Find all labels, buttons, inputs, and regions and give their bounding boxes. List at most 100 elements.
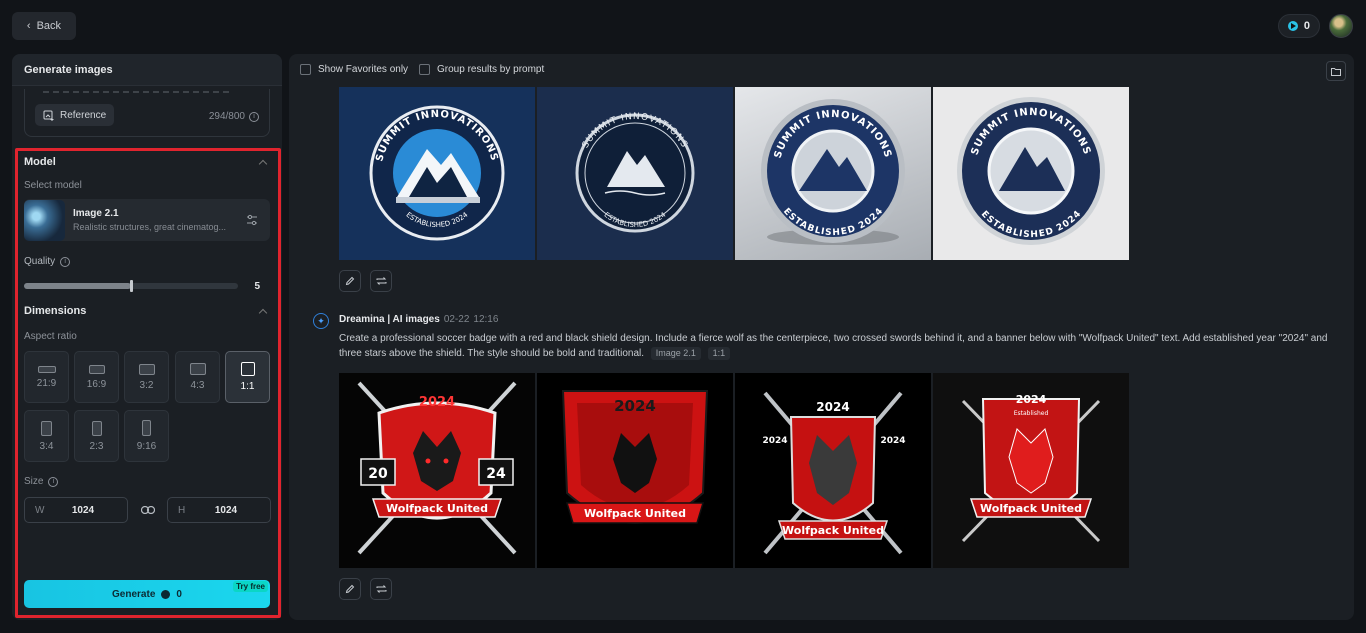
generated-image[interactable]: 2024 2024 2024 Wolfpack United xyxy=(735,373,931,568)
logo-text: 20 xyxy=(368,466,388,482)
prompt-content: Create a professional soccer badge with … xyxy=(339,333,1328,359)
info-icon[interactable]: i xyxy=(48,476,59,487)
size-label: Size xyxy=(24,476,44,487)
quality-slider-fill xyxy=(24,283,131,289)
regenerate-button[interactable] xyxy=(370,270,392,292)
pencil-icon xyxy=(345,276,355,286)
prompt-text[interactable]: Create a professional soccer badge with … xyxy=(339,331,1329,361)
quality-section: Quality i 5 xyxy=(24,256,270,293)
pencil-icon xyxy=(345,584,355,594)
batch-date: 02-22 xyxy=(443,314,470,325)
prompt-input[interactable]: Reference 294/800 i xyxy=(24,89,270,137)
height-input[interactable]: H 1024 xyxy=(167,497,271,523)
model-description: Realistic structures, great cinematog... xyxy=(73,222,227,232)
generated-image[interactable]: 2024 Established Wolfpack United xyxy=(933,373,1129,568)
ratio-21-9[interactable]: 21:9 xyxy=(24,351,69,403)
width-label: W xyxy=(35,504,45,516)
logo-text: 2024 xyxy=(614,397,656,415)
generated-image[interactable]: SUMMIT INNOVATIONS ESTABLISHED 2024 xyxy=(735,87,931,260)
model-title: Model xyxy=(24,156,56,168)
logo-text: 2024 xyxy=(1016,393,1047,406)
info-icon[interactable]: i xyxy=(249,111,259,122)
ratio-16-9[interactable]: 16:9 xyxy=(74,351,119,403)
reference-button[interactable]: Reference xyxy=(35,104,115,126)
width-input[interactable]: W 1024 xyxy=(24,497,128,523)
favorites-checkbox[interactable] xyxy=(300,64,311,75)
height-label: H xyxy=(178,504,186,516)
ratio-label: 3:2 xyxy=(139,379,154,391)
ratio-9-16[interactable]: 9:16 xyxy=(124,410,169,462)
quality-slider-thumb[interactable] xyxy=(130,280,133,292)
info-icon[interactable]: i xyxy=(60,256,71,267)
reference-label: Reference xyxy=(60,109,107,121)
quality-slider[interactable] xyxy=(24,280,238,292)
folder-button[interactable] xyxy=(1326,61,1346,81)
ratio-3-4[interactable]: 3:4 xyxy=(24,410,69,462)
model-selector[interactable]: Image 2.1 Realistic structures, great ci… xyxy=(24,199,270,241)
quality-label: Quality xyxy=(24,256,56,267)
quality-value: 5 xyxy=(254,281,260,292)
ratio-label: 9:16 xyxy=(136,441,157,452)
back-label: Back xyxy=(36,20,62,32)
generated-image[interactable]: SUMMIT INNOVATIONS ESTABLISHED 2024 xyxy=(537,87,733,260)
model-thumbnail xyxy=(24,199,65,241)
group-checkbox[interactable] xyxy=(419,64,430,75)
link-icon[interactable] xyxy=(141,506,155,514)
model-name: Image 2.1 xyxy=(73,208,119,219)
regenerate-button[interactable] xyxy=(370,578,392,600)
edit-button[interactable] xyxy=(339,270,361,292)
ratio-2-3[interactable]: 2:3 xyxy=(74,410,119,462)
generated-image[interactable]: 2024 Wolfpack United xyxy=(537,373,733,568)
ratio-4-3[interactable]: 4:3 xyxy=(175,351,220,403)
ratio-label: 3:4 xyxy=(39,440,54,452)
credit-icon xyxy=(161,589,171,599)
ratio-label: 21:9 xyxy=(36,377,57,389)
generated-image[interactable]: SUMMIT INNOVATIRONS ESTABLISHED 2024 xyxy=(339,87,535,260)
generate-cost: 0 xyxy=(176,588,182,600)
repeat-icon xyxy=(376,585,386,593)
ratio-1-1[interactable]: 1:1 xyxy=(225,351,270,403)
dreamina-icon: ✦ xyxy=(313,313,329,329)
logo-text: 2024 xyxy=(880,436,905,446)
group-filter[interactable]: Group results by prompt xyxy=(419,64,544,75)
ratio-tag: 1:1 xyxy=(707,347,731,360)
chevron-up-icon[interactable] xyxy=(258,159,268,168)
width-value: 1024 xyxy=(71,504,95,516)
credit-icon xyxy=(1287,21,1298,31)
chevron-left-icon: ‹ xyxy=(26,20,31,32)
logo-text: 24 xyxy=(486,466,506,482)
height-value: 1024 xyxy=(214,504,238,516)
generate-button[interactable]: Generate 0 Try free xyxy=(24,580,270,608)
back-button[interactable]: ‹ Back xyxy=(12,12,76,40)
folder-icon xyxy=(1331,67,1341,76)
panel-title: Generate images xyxy=(12,54,282,86)
ratio-label: 16:9 xyxy=(86,378,107,390)
try-free-badge: Try free xyxy=(233,581,268,592)
image-add-icon xyxy=(43,110,54,121)
avatar[interactable] xyxy=(1329,14,1353,38)
favorites-filter[interactable]: Show Favorites only xyxy=(300,64,408,75)
repeat-icon xyxy=(376,277,386,285)
image-gallery-wolf: 2024 20 24 Wolfpack United 2024 Wolfpack… xyxy=(339,373,1129,568)
size-section: Size i xyxy=(24,476,270,487)
logo-text: Established xyxy=(1014,410,1049,417)
edit-button[interactable] xyxy=(339,578,361,600)
generated-image[interactable]: SUMMIT INNOVATIONS ESTABLISHED 2024 xyxy=(933,87,1129,260)
dimensions-title: Dimensions xyxy=(24,305,87,317)
logo-text: 2024 xyxy=(762,436,787,446)
group-label: Group results by prompt xyxy=(437,64,545,75)
settings-sliders-icon[interactable] xyxy=(246,214,258,226)
ratio-3-2[interactable]: 3:2 xyxy=(124,351,169,403)
chevron-up-icon[interactable] xyxy=(258,308,268,317)
results-area: Show Favorites only Group results by pro… xyxy=(289,54,1354,620)
batch-time: 12:16 xyxy=(473,314,499,325)
generated-image[interactable]: 2024 20 24 Wolfpack United xyxy=(339,373,535,568)
generate-label: Generate xyxy=(112,588,156,600)
credits-badge[interactable]: 0 xyxy=(1277,14,1320,38)
generate-panel: Generate images Reference 294/800 i Mode… xyxy=(12,54,282,620)
logo-text: Wolfpack United xyxy=(584,507,686,520)
ratio-label: 4:3 xyxy=(190,380,205,391)
logo-text: 2024 xyxy=(816,400,849,414)
model-section: Model Select model Image 2.1 Realistic s… xyxy=(24,156,270,241)
dimensions-section: Dimensions Aspect ratio xyxy=(24,305,270,342)
